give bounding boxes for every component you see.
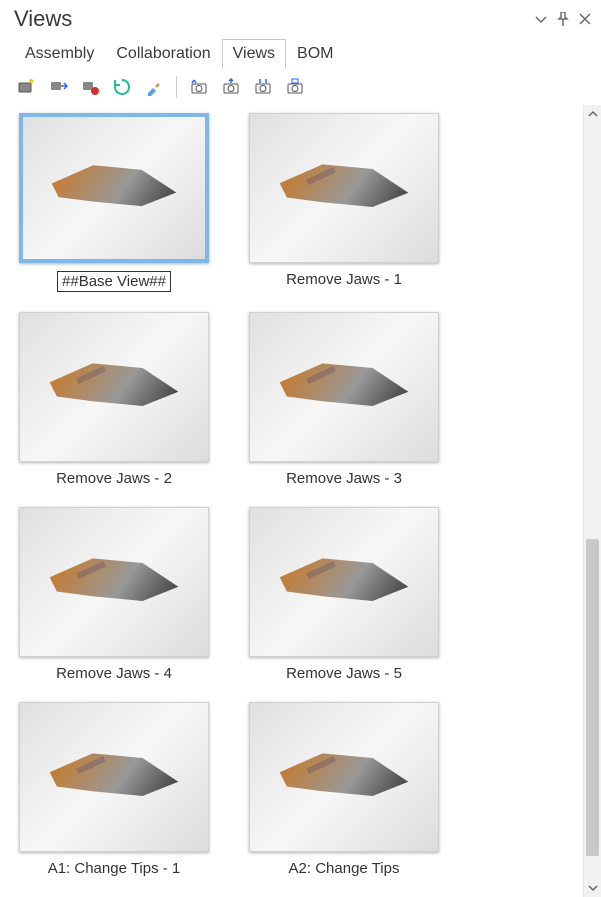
view-label: Remove Jaws - 3 [286,470,402,487]
views-grid: ##Base View## Remove Jaws - 1 Remove Jaw… [0,105,583,897]
view-label: Remove Jaws - 1 [286,271,402,288]
pin-icon[interactable] [557,12,569,26]
view-item[interactable]: Remove Jaws - 2 [14,312,214,487]
tab-bom[interactable]: BOM [286,39,344,69]
tab-assembly[interactable]: Assembly [14,39,105,69]
view-thumbnail[interactable] [19,113,209,263]
tab-bar: Assembly Collaboration Views BOM [0,34,601,69]
view-thumbnail[interactable] [249,113,439,263]
view-thumbnail[interactable] [249,312,439,462]
record-view-icon[interactable] [78,75,102,99]
brush-view-icon[interactable] [142,75,166,99]
view-label: Remove Jaws - 5 [286,665,402,682]
new-view-icon[interactable] [14,75,38,99]
scroll-up-icon[interactable] [584,105,601,123]
view-item[interactable]: Remove Jaws - 3 [244,312,444,487]
view-thumbnail[interactable] [249,507,439,657]
tab-views[interactable]: Views [222,39,286,69]
view-label: A2: Change Tips [289,860,400,877]
view-label: A1: Change Tips - 1 [48,860,181,877]
camera-2-icon[interactable] [219,75,243,99]
view-thumbnail[interactable] [19,702,209,852]
panel-title: Views [14,6,72,32]
view-item[interactable]: ##Base View## [14,113,214,292]
view-item[interactable]: A1: Change Tips - 1 [14,702,214,877]
view-label-edit[interactable]: ##Base View## [57,271,171,292]
view-thumbnail[interactable] [249,702,439,852]
views-panel: Views Assembly Collaboration Views BOM [0,0,601,897]
toolbar [0,69,601,105]
camera-3-icon[interactable] [251,75,275,99]
view-thumbnail[interactable] [19,312,209,462]
toolbar-separator [176,76,177,98]
view-item[interactable]: A2: Change Tips [244,702,444,877]
view-thumbnail[interactable] [19,507,209,657]
scroll-thumb[interactable] [586,539,599,857]
view-label: Remove Jaws - 4 [56,665,172,682]
camera-4-icon[interactable] [283,75,307,99]
view-item[interactable]: Remove Jaws - 1 [244,113,444,292]
window-controls [535,12,591,26]
scroll-down-icon[interactable] [584,879,601,897]
view-label: Remove Jaws - 2 [56,470,172,487]
refresh-view-icon[interactable] [110,75,134,99]
move-view-icon[interactable] [46,75,70,99]
vertical-scrollbar[interactable] [583,105,601,897]
titlebar: Views [0,0,601,34]
tab-collaboration[interactable]: Collaboration [105,39,221,69]
content-wrap: ##Base View## Remove Jaws - 1 Remove Jaw… [0,105,601,897]
view-item[interactable]: Remove Jaws - 5 [244,507,444,682]
scroll-track[interactable] [584,123,601,879]
camera-1-icon[interactable] [187,75,211,99]
collapse-icon[interactable] [535,13,547,25]
view-item[interactable]: Remove Jaws - 4 [14,507,214,682]
close-icon[interactable] [579,13,591,25]
